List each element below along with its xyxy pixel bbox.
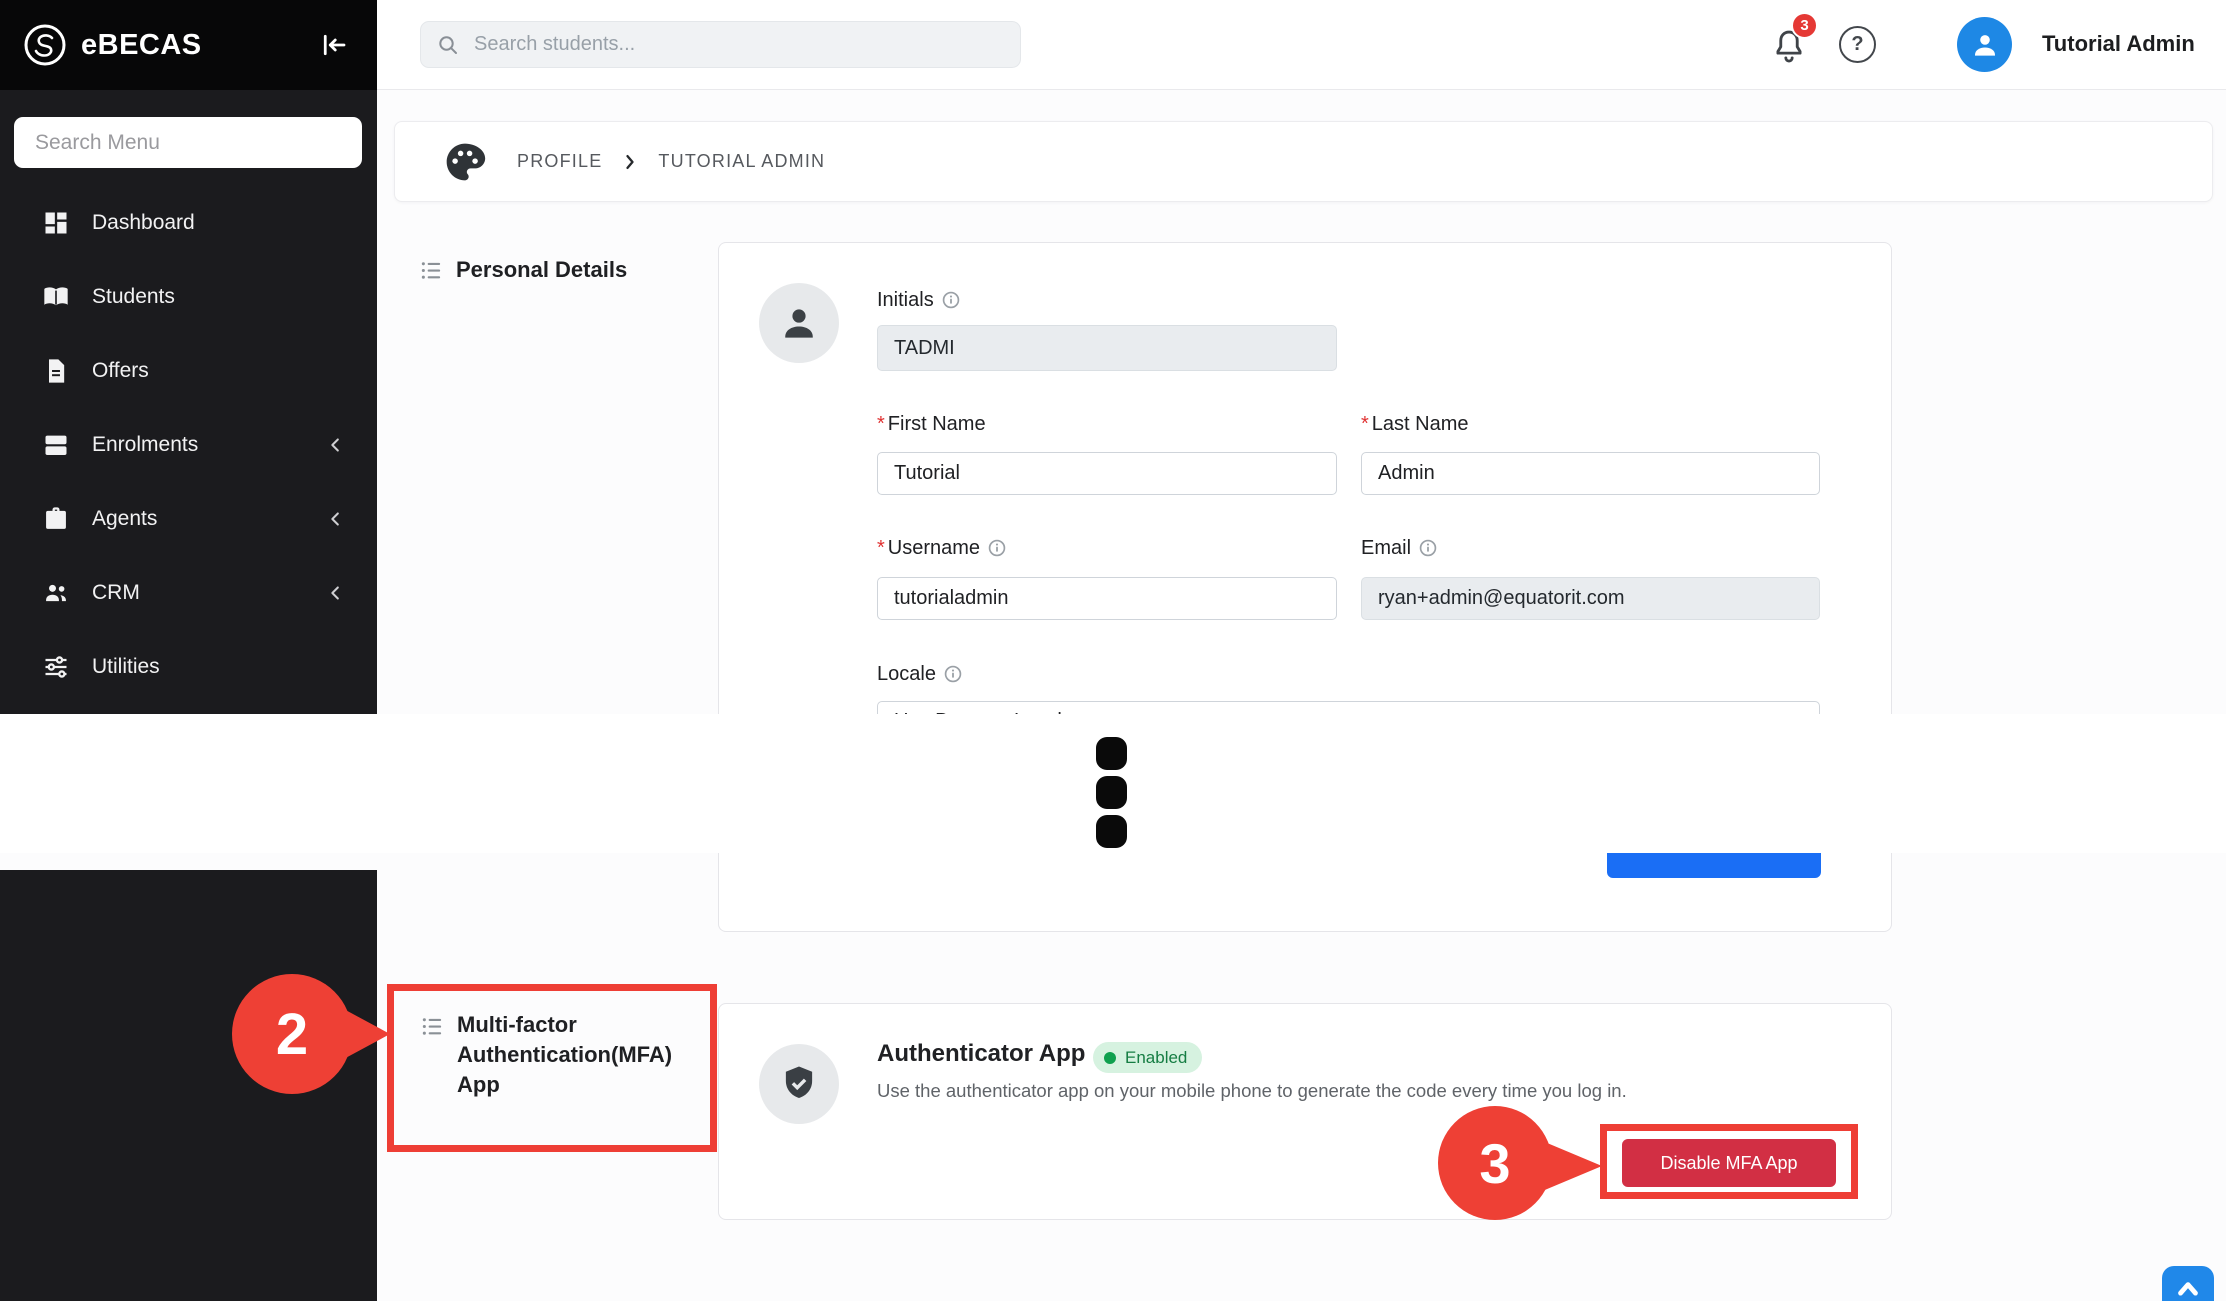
chevron-right-icon [620,152,640,172]
topbar: 3 Tutorial Admin [377,0,2226,90]
email-field [1361,577,1820,620]
student-search[interactable] [420,21,1021,68]
required-marker: * [877,413,885,436]
user-name[interactable]: Tutorial Admin [2042,31,2195,57]
mfa-title: Authenticator App [877,1040,1085,1068]
required-marker: * [877,537,885,560]
mfa-description: Use the authenticator app on your mobile… [877,1080,1627,1102]
search-icon [436,33,460,57]
sidebar-item-label: Enrolments [92,433,198,457]
initials-label: Initials [877,287,960,313]
sidebar-item-label: Agents [92,507,157,531]
truncation-dot [1096,776,1127,809]
truncation-dot [1096,737,1127,770]
crm-icon [42,579,70,607]
last-name-label: * Last Name [1361,411,1469,437]
sidebar-item-dashboard[interactable]: Dashboard [0,186,377,260]
section-title-line: Multi-factor [457,1010,672,1040]
sidebar-item-label: Dashboard [92,211,195,235]
highlight-box-disable-button [1600,1124,1858,1199]
chat-icon [2172,1275,2204,1301]
sidebar-item-label: Offers [92,359,149,383]
sidebar: eBECAS Dashboard Students Offers [0,0,377,718]
status-dot-icon [1104,1052,1116,1064]
sidebar-item-label: Students [92,285,175,309]
profile-avatar [759,283,839,363]
sidebar-item-crm[interactable]: CRM [0,556,377,630]
ebecas-logo-icon [22,22,68,68]
user-icon [1969,29,2001,61]
agents-icon [42,505,70,533]
initials-field [877,325,1337,371]
sidebar-item-offers[interactable]: Offers [0,334,377,408]
chat-launcher-button[interactable] [2162,1266,2214,1301]
sidebar-header: eBECAS [0,0,377,90]
sidebar-menu: Dashboard Students Offers Enrolments Age… [0,186,377,704]
app-title: eBECAS [81,29,202,62]
section-title-line: App [457,1070,672,1100]
offers-icon [42,357,70,385]
info-icon[interactable] [1419,539,1437,557]
annotation-step-2: 2 [232,974,352,1094]
collapse-sidebar-icon [319,30,349,60]
update-button-partial[interactable] [1607,853,1821,878]
palette-icon [443,140,487,184]
info-icon[interactable] [944,665,962,683]
breadcrumb-section[interactable]: PROFILE [517,151,602,172]
students-icon [42,283,70,311]
sidebar-item-label: CRM [92,581,140,605]
status-label: Enabled [1125,1048,1187,1068]
person-icon [777,301,821,345]
locale-label: Locale [877,661,962,687]
chevron-left-icon [325,508,347,530]
sidebar-item-students[interactable]: Students [0,260,377,334]
personal-details-card: Initials * First Name * Last Name * User… [718,242,1892,718]
status-badge: Enabled [1093,1042,1202,1073]
username-field[interactable] [877,577,1337,620]
chevron-left-icon [325,434,347,456]
email-label: Email [1361,535,1437,561]
annotation-step-3: 3 [1438,1106,1552,1220]
mfa-shield-avatar [759,1044,839,1124]
list-icon [420,259,443,282]
info-icon[interactable] [942,291,960,309]
chevron-left-icon [325,582,347,604]
list-icon [421,1015,444,1038]
annotation-arrow [1540,1140,1602,1192]
sidebar-item-enrolments[interactable]: Enrolments [0,408,377,482]
breadcrumb-page: TUTORIAL ADMIN [658,151,825,172]
username-label: * Username [877,535,1006,561]
mfa-section-label: Multi-factor Authentication(MFA) App [421,1010,672,1100]
info-icon[interactable] [988,539,1006,557]
first-name-field[interactable] [877,452,1337,495]
collapse-sidebar-button[interactable] [315,26,353,64]
personal-details-card-bottom [718,853,1892,932]
personal-details-section-label: Personal Details [420,255,627,285]
enrolments-icon [42,431,70,459]
user-avatar[interactable] [1957,17,2012,72]
utilities-icon [42,653,70,681]
breadcrumb: PROFILE TUTORIAL ADMIN [394,121,2213,202]
help-button[interactable] [1839,26,1876,63]
section-title: Personal Details [456,255,627,285]
ebecas-profile-page: eBECAS Dashboard Students Offers [0,0,2226,1301]
sidebar-search-input[interactable] [33,130,343,156]
student-search-input[interactable] [472,32,1005,57]
truncation-dot [1096,815,1127,848]
sidebar-item-label: Utilities [92,655,160,679]
sidebar-item-agents[interactable]: Agents [0,482,377,556]
notification-count-badge: 3 [1791,12,1818,39]
annotation-arrow [340,1007,390,1061]
dashboard-icon [42,209,70,237]
first-name-label: * First Name [877,411,986,437]
last-name-field[interactable] [1361,452,1820,495]
section-title-line: Authentication(MFA) [457,1040,672,1070]
sidebar-search[interactable] [14,117,362,168]
sidebar-item-utilities[interactable]: Utilities [0,630,377,704]
required-marker: * [1361,413,1369,436]
shield-icon [778,1063,820,1105]
